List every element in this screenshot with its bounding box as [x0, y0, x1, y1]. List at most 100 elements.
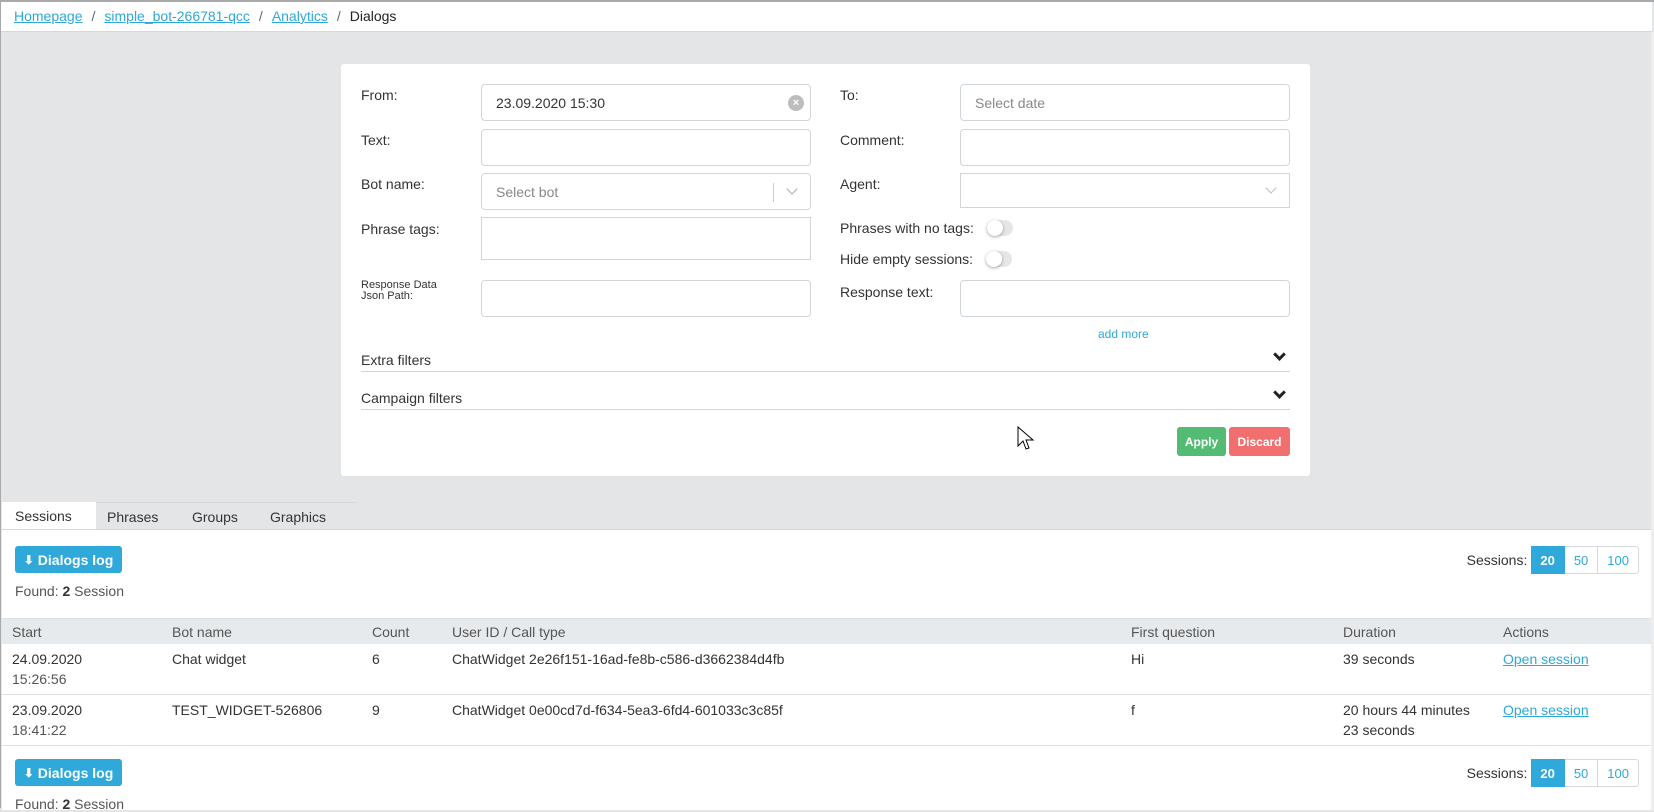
text-label: Text:	[361, 132, 391, 148]
discard-button[interactable]: Discard	[1229, 427, 1290, 456]
phrases-no-tags-toggle[interactable]	[987, 220, 1013, 236]
select-divider	[773, 183, 774, 202]
found-count-bottom: Found: 2 Session	[15, 796, 124, 812]
table-row: 23.09.2020 18:41:22 TEST_WIDGET-526806 9 …	[2, 695, 1651, 746]
comment-input[interactable]	[960, 129, 1290, 166]
chevron-down-icon[interactable]	[1265, 182, 1277, 194]
chevron-down-icon[interactable]	[786, 183, 798, 195]
tab-phrases[interactable]: Phrases	[96, 502, 181, 529]
open-session-link[interactable]: Open session	[1503, 649, 1589, 669]
column-header: User ID / Call type	[452, 624, 566, 640]
bot-name-placeholder: Select bot	[496, 183, 559, 200]
text-input[interactable]	[481, 129, 811, 166]
response-json-path-label: Response Data Json Path:	[361, 280, 437, 302]
first-question-cell: Hi	[1131, 651, 1145, 667]
count-cell: 9	[372, 702, 380, 718]
hide-empty-sessions-label: Hide empty sessions:	[840, 251, 974, 267]
tab-label: Sessions	[15, 508, 72, 524]
bot-name-cell: Chat widget	[172, 651, 246, 667]
start-cell: 23.09.2020 18:41:22	[12, 700, 82, 740]
response-json-path-input[interactable]	[481, 280, 811, 317]
dialogs-log-label: Dialogs log	[37, 551, 114, 568]
mouse-cursor-icon	[1017, 426, 1035, 450]
page-size-selector-bottom: Sessions: 20 50 100	[1467, 759, 1639, 787]
to-date-placeholder: Select date	[975, 94, 1046, 111]
dialogs-log-button-bottom[interactable]: ⬇ Dialogs log	[15, 759, 122, 786]
breadcrumb-current: Dialogs	[349, 8, 397, 24]
page-size-50[interactable]: 50	[1564, 546, 1599, 574]
tab-label: Graphics	[270, 509, 327, 525]
label-line: Json Path:	[361, 290, 413, 302]
dialogs-log-button[interactable]: ⬇ Dialogs log	[15, 546, 122, 573]
found-suffix: Session	[74, 583, 124, 599]
agent-label: Agent:	[840, 176, 881, 192]
tab-groups[interactable]: Groups	[181, 502, 261, 529]
page-size-100[interactable]: 100	[1598, 759, 1639, 787]
user-id-cell: ChatWidget 2e26f151-16ad-fe8b-c586-d3662…	[452, 651, 785, 667]
duration-line: 39 seconds	[1343, 651, 1415, 667]
start-time: 18:41:22	[12, 722, 67, 738]
tab-sessions[interactable]: Sessions	[2, 502, 96, 529]
table-header: Start Bot name Count User ID / Call type…	[2, 618, 1651, 644]
from-date-value: 23.09.2020 15:30	[496, 94, 605, 111]
tab-label: Groups	[192, 509, 238, 525]
found-number: 2	[62, 583, 71, 599]
sessions-table: Start Bot name Count User ID / Call type…	[2, 618, 1651, 746]
from-date-input[interactable]: 23.09.2020 15:30 ×	[481, 84, 811, 121]
count-cell: 6	[372, 651, 380, 667]
comment-label: Comment:	[840, 132, 905, 148]
breadcrumb-homepage[interactable]: Homepage	[14, 8, 83, 24]
column-header: Count	[372, 624, 410, 640]
found-prefix: Found:	[15, 796, 59, 812]
hide-empty-sessions-toggle[interactable]	[986, 251, 1012, 267]
chevron-down-icon	[1273, 348, 1286, 361]
page-size-label: Sessions:	[1466, 552, 1528, 568]
user-id-cell: ChatWidget 0e00cd7d-f634-5ea3-6fd4-60103…	[452, 702, 783, 718]
campaign-filters-label: Campaign filters	[361, 390, 463, 406]
download-icon: ⬇	[23, 552, 34, 567]
page-size-20[interactable]: 20	[1531, 759, 1565, 787]
breadcrumb: Homepage / simple_bot-266781-qcc / Analytics…	[1, 2, 1652, 32]
duration-line: 20 hours 44 minutes	[1343, 702, 1470, 718]
to-date-input[interactable]: Select date	[960, 84, 1290, 121]
open-session-link[interactable]: Open session	[1503, 700, 1589, 720]
duration-cell: 39 seconds	[1343, 649, 1415, 669]
breadcrumb-bot[interactable]: simple_bot-266781-qcc	[104, 8, 250, 24]
column-header: Duration	[1343, 624, 1396, 640]
table-row: 24.09.2020 15:26:56 Chat widget 6 ChatWid…	[2, 644, 1651, 695]
breadcrumb-separator: /	[91, 8, 96, 24]
chevron-down-icon	[1273, 386, 1286, 399]
first-question-cell: f	[1131, 702, 1135, 718]
start-date: 24.09.2020	[12, 651, 83, 667]
found-suffix: Session	[74, 796, 124, 812]
page-size-selector: Sessions: 20 50 100	[1467, 546, 1639, 574]
found-prefix: Found:	[15, 583, 59, 599]
extra-filters-toggle[interactable]: Extra filters	[361, 334, 1290, 372]
breadcrumb-analytics[interactable]: Analytics	[272, 8, 328, 24]
dialogs-log-label: Dialogs log	[37, 764, 114, 781]
phrase-tags-label: Phrase tags:	[361, 221, 440, 237]
page-size-100[interactable]: 100	[1598, 546, 1639, 574]
bot-name-cell: TEST_WIDGET-526806	[172, 702, 323, 718]
page-size-20[interactable]: 20	[1531, 546, 1565, 574]
duration-cell: 20 hours 44 minutes 23 seconds	[1343, 700, 1470, 740]
found-count: Found: 2 Session	[15, 583, 124, 599]
phrases-no-tags-label: Phrases with no tags:	[840, 220, 974, 236]
download-icon: ⬇	[23, 765, 34, 780]
column-header: Actions	[1503, 624, 1549, 640]
extra-filters-label: Extra filters	[361, 352, 432, 368]
breadcrumb-separator: /	[336, 8, 341, 24]
tab-label: Phrases	[107, 509, 159, 525]
page-size-50[interactable]: 50	[1564, 759, 1599, 787]
clear-icon[interactable]: ×	[788, 95, 804, 111]
phrase-tags-input[interactable]	[481, 217, 811, 260]
breadcrumb-separator: /	[258, 8, 263, 24]
bot-name-select[interactable]: Select bot	[481, 173, 811, 210]
campaign-filters-toggle[interactable]: Campaign filters	[361, 372, 1290, 410]
column-header: Start	[12, 624, 42, 640]
response-text-input[interactable]	[960, 280, 1290, 317]
agent-select[interactable]	[960, 173, 1290, 208]
tab-graphics[interactable]: Graphics	[261, 502, 356, 529]
apply-button[interactable]: Apply	[1177, 427, 1226, 456]
duration-line: 23 seconds	[1343, 722, 1415, 738]
